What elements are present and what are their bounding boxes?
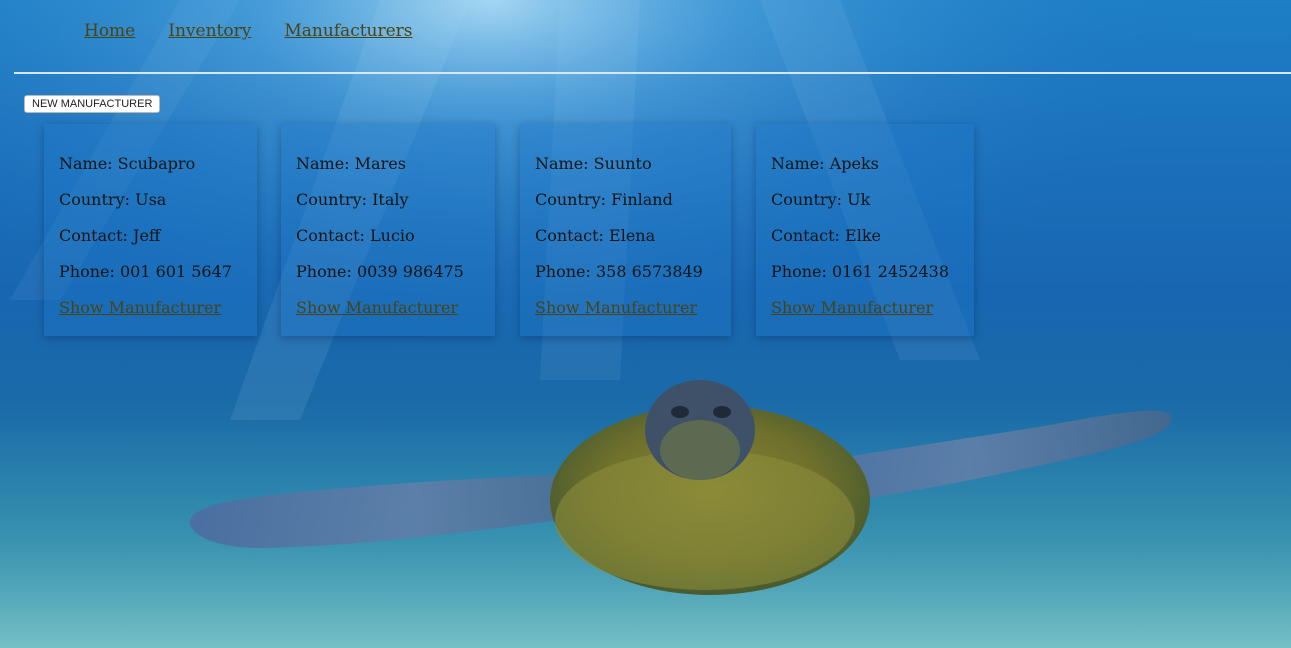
contact-label: Contact: — [296, 226, 365, 245]
contact-label: Contact: — [59, 226, 128, 245]
phone-value: 358 6573849 — [595, 262, 703, 281]
country-value: Usa — [135, 190, 167, 209]
manufacturer-contact: Contact: Elena — [535, 218, 731, 254]
nav-link-home[interactable]: Home — [84, 18, 135, 44]
phone-label: Phone: — [535, 262, 591, 281]
manufacturer-card: Name: Scubapro Country: Usa Contact: Jef… — [44, 124, 257, 336]
name-value: Mares — [354, 154, 406, 173]
name-label: Name: — [771, 154, 825, 173]
manufacturer-phone: Phone: 001 601 5647 — [59, 254, 257, 290]
manufacturer-name: Name: Mares — [296, 146, 495, 182]
phone-value: 001 601 5647 — [119, 262, 232, 281]
phone-value: 0039 986475 — [356, 262, 464, 281]
name-label: Name: — [59, 154, 113, 173]
manufacturer-name: Name: Suunto — [535, 146, 731, 182]
header-divider — [14, 72, 1291, 74]
phone-label: Phone: — [771, 262, 827, 281]
manufacturer-contact: Contact: Lucio — [296, 218, 495, 254]
name-label: Name: — [535, 154, 589, 173]
phone-value: 0161 2452438 — [831, 262, 950, 281]
nav-link-inventory[interactable]: Inventory — [168, 18, 251, 44]
contact-value: Lucio — [370, 226, 415, 245]
manufacturer-contact: Contact: Elke — [771, 218, 974, 254]
country-label: Country: — [59, 190, 130, 209]
manufacturer-card: Name: Mares Country: Italy Contact: Luci… — [281, 124, 495, 336]
show-manufacturer-link[interactable]: Show Manufacturer — [535, 290, 697, 326]
show-manufacturer-link[interactable]: Show Manufacturer — [296, 290, 458, 326]
contact-value: Jeff — [133, 226, 161, 245]
phone-label: Phone: — [59, 262, 115, 281]
manufacturer-country: Country: Italy — [296, 182, 495, 218]
contact-label: Contact: — [535, 226, 604, 245]
show-manufacturer-link[interactable]: Show Manufacturer — [771, 290, 933, 326]
country-value: Italy — [372, 190, 409, 209]
country-label: Country: — [771, 190, 842, 209]
manufacturer-country: Country: Finland — [535, 182, 731, 218]
manufacturer-country: Country: Usa — [59, 182, 257, 218]
name-value: Scubapro — [117, 154, 196, 173]
manufacturer-contact: Contact: Jeff — [59, 218, 257, 254]
country-label: Country: — [535, 190, 606, 209]
name-label: Name: — [296, 154, 350, 173]
country-label: Country: — [296, 190, 367, 209]
contact-label: Contact: — [771, 226, 840, 245]
contact-value: Elke — [845, 226, 881, 245]
show-manufacturer-link[interactable]: Show Manufacturer — [59, 290, 221, 326]
manufacturer-name: Name: Scubapro — [59, 146, 257, 182]
manufacturer-country: Country: Uk — [771, 182, 974, 218]
name-value: Suunto — [593, 154, 652, 173]
country-value: Finland — [611, 190, 673, 209]
name-value: Apeks — [829, 154, 879, 173]
manufacturer-card: Name: Apeks Country: Uk Contact: Elke Ph… — [756, 124, 974, 336]
manufacturer-name: Name: Apeks — [771, 146, 974, 182]
manufacturer-phone: Phone: 0161 2452438 — [771, 254, 974, 290]
manufacturer-card: Name: Suunto Country: Finland Contact: E… — [520, 124, 731, 336]
nav-link-manufacturers[interactable]: Manufacturers — [284, 18, 412, 44]
contact-value: Elena — [609, 226, 656, 245]
manufacturer-phone: Phone: 358 6573849 — [535, 254, 731, 290]
country-value: Uk — [847, 190, 871, 209]
new-manufacturer-button[interactable]: NEW MANUFACTURER — [24, 95, 161, 113]
manufacturer-phone: Phone: 0039 986475 — [296, 254, 495, 290]
phone-label: Phone: — [296, 262, 352, 281]
main-navigation: Home Inventory Manufacturers — [84, 18, 446, 44]
